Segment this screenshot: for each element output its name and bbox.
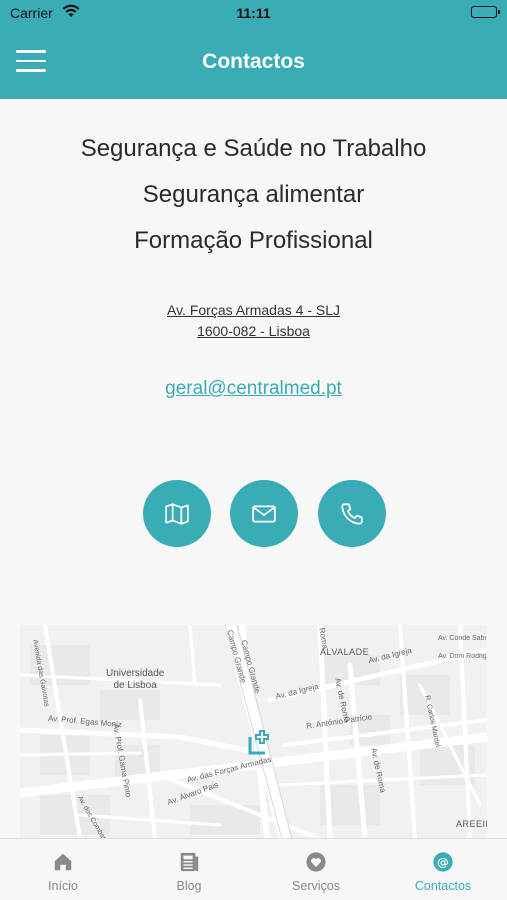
- svg-text:@: @: [437, 855, 449, 869]
- map-icon: [165, 502, 189, 525]
- tab-servicos[interactable]: Serviços: [253, 839, 379, 900]
- map-label-conde: Av. Conde Sabugosa: [438, 635, 486, 642]
- map-label-universidade: Universidade de Lisboa: [106, 668, 165, 691]
- navigation-bar: Contactos: [0, 26, 507, 99]
- tab-inicio-label: Início: [48, 879, 78, 893]
- service-health-safety: Segurança e Saúde no Trabalho: [80, 135, 427, 162]
- service-training: Formação Profissional: [134, 227, 373, 254]
- tab-blog-label: Blog: [176, 879, 202, 893]
- map-label-areeiro: AREEIR: [456, 819, 487, 829]
- battery-icon: [471, 6, 500, 18]
- service-food-safety: Segurança alimentar: [142, 181, 365, 208]
- tab-inicio[interactable]: Início: [0, 839, 126, 900]
- map-label-dom-rodrigo: Av. Dom Rodrigo: [438, 653, 486, 660]
- mail-icon: [252, 505, 276, 522]
- email-button[interactable]: [230, 480, 298, 547]
- map-button[interactable]: [143, 480, 211, 547]
- map-label-alvalade: ALVALADE: [320, 647, 370, 657]
- tab-bar: Início Blog Serviços @ Contactos: [0, 838, 507, 900]
- home-icon: [54, 853, 72, 871]
- tab-blog[interactable]: Blog: [126, 839, 252, 900]
- address-line-1[interactable]: Av. Forças Armadas 4 - SLJ: [0, 302, 507, 318]
- newspaper-icon: [180, 852, 199, 872]
- phone-icon: [341, 502, 363, 525]
- status-bar: Carrier 11:11: [0, 0, 507, 26]
- at-icon: @: [433, 852, 453, 872]
- heart-icon: [306, 852, 326, 872]
- tab-servicos-label: Serviços: [292, 879, 340, 893]
- page-title: Contactos: [202, 50, 305, 73]
- address-line-2[interactable]: 1600-082 - Lisboa: [0, 323, 507, 339]
- phone-button[interactable]: [318, 480, 386, 547]
- email-link[interactable]: geral@centralmed.pt: [0, 378, 507, 400]
- location-map[interactable]: ALVALADE Universidade de Lisboa Av. Prof…: [20, 625, 487, 839]
- clock: 11:11: [236, 5, 271, 21]
- tab-contactos[interactable]: @ Contactos: [380, 839, 506, 900]
- tab-contactos-label: Contactos: [414, 879, 472, 893]
